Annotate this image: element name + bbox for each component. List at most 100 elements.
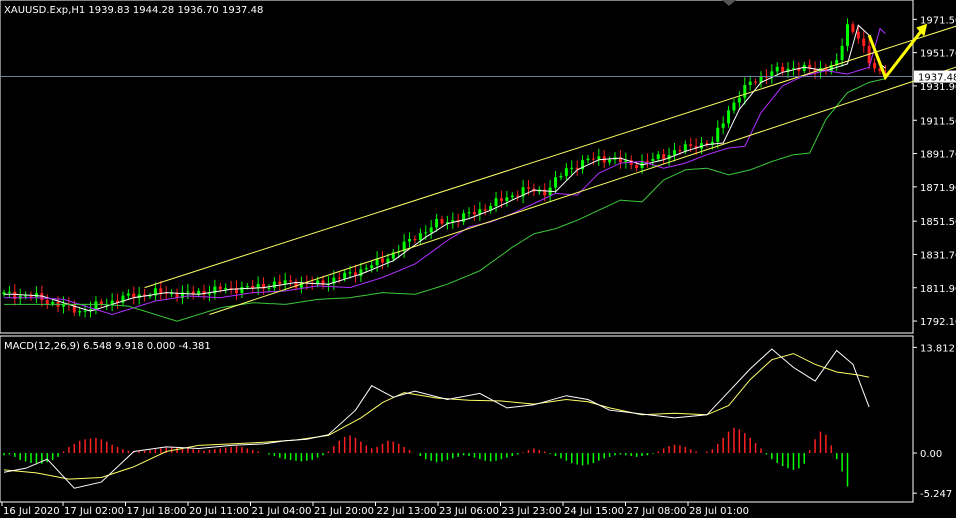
time-tick-label: 24 Jul 15:00 xyxy=(564,506,624,517)
candle-body xyxy=(597,156,601,160)
candle-body xyxy=(51,301,55,304)
time-tick-label: 21 Jul 04:00 xyxy=(252,506,312,517)
candle-body xyxy=(656,154,660,159)
time-tick-label: 28 Jul 01:00 xyxy=(689,506,749,517)
time-axis: 16 Jul 2020 17 Jul 02:00 17 Jul 18:00 20 Ju… xyxy=(1,502,749,517)
candle-body xyxy=(348,272,352,274)
candle-body xyxy=(840,45,844,61)
time-tick-label: 23 Jul 06:00 xyxy=(439,506,499,517)
candle-body xyxy=(418,233,422,241)
macd-pane[interactable]: 13.812 0.00 -5.247 MACD(12,26,9) 6.548 9.9… xyxy=(0,335,955,503)
candle-body xyxy=(278,281,282,284)
candle-body xyxy=(83,310,87,312)
candle-body xyxy=(78,311,82,313)
candle-body xyxy=(186,291,190,293)
price-tick-label: 1792.10 xyxy=(920,317,956,328)
time-tick-label: 21 Jul 20:00 xyxy=(314,506,374,517)
candle-body xyxy=(494,198,498,207)
price-pane[interactable]: 1937.48 1971.501951.701931.901911.501891… xyxy=(0,0,956,334)
macd-pane-frame xyxy=(0,335,914,503)
candle-body xyxy=(272,281,276,288)
price-tick-label: 1911.50 xyxy=(920,116,956,127)
candle-body xyxy=(873,63,877,69)
price-tick-label: 1891.70 xyxy=(920,150,956,161)
candle-body xyxy=(743,84,747,98)
price-tick-label: 1871.90 xyxy=(920,183,956,194)
candle-body xyxy=(159,288,163,293)
price-tick-label: 1971.50 xyxy=(920,15,956,26)
candle-body xyxy=(856,31,860,39)
candle-body xyxy=(267,287,271,289)
candle-body xyxy=(678,150,682,152)
candle-body xyxy=(207,293,211,295)
time-tick-label: 27 Jul 08:00 xyxy=(627,506,687,517)
price-tick-label: 1831.70 xyxy=(920,250,956,261)
macd-axis: 13.812 0.00 -5.247 xyxy=(913,343,955,500)
candle-body xyxy=(526,187,530,189)
price-tick-label: 1811.90 xyxy=(920,284,956,295)
candle-body xyxy=(662,154,666,160)
candle-body xyxy=(218,286,222,290)
candle-body xyxy=(559,175,563,178)
candle-body xyxy=(224,287,228,290)
candle-body xyxy=(516,195,520,197)
candle-body xyxy=(413,238,417,241)
candle-body xyxy=(635,164,639,168)
candle-body xyxy=(689,144,693,146)
candle-body xyxy=(645,160,649,162)
candle-body xyxy=(283,280,287,284)
candle-body xyxy=(672,150,676,156)
candle-body xyxy=(24,295,28,297)
trading-chart[interactable]: 1937.48 1971.501951.701931.901911.501891… xyxy=(0,0,956,518)
candle-body xyxy=(34,293,38,297)
time-tick-label: 17 Jul 18:00 xyxy=(127,506,187,517)
candle-body xyxy=(424,232,428,234)
candle-body xyxy=(94,301,98,310)
time-tick-label: 20 Jul 11:00 xyxy=(189,506,249,517)
candle-body xyxy=(721,123,725,128)
candle-body xyxy=(499,198,503,201)
candle-body xyxy=(245,285,249,288)
candle-body xyxy=(467,212,471,214)
price-pane-frame xyxy=(0,0,914,334)
time-tick-label: 16 Jul 2020 xyxy=(3,506,60,517)
candle-body xyxy=(748,81,752,85)
candle-body xyxy=(381,258,385,263)
price-tick-label: 1931.90 xyxy=(920,82,956,93)
candle-body xyxy=(213,286,217,294)
candle-body xyxy=(429,227,433,233)
candle-body xyxy=(343,272,347,279)
macd-header: MACD(12,26,9) 6.548 9.918 0.000 -4.381 xyxy=(4,341,211,352)
candle-body xyxy=(435,219,439,228)
candle-body xyxy=(851,24,855,32)
candle-body xyxy=(727,110,731,124)
candle-body xyxy=(737,97,741,103)
candle-body xyxy=(408,238,412,242)
candle-body xyxy=(126,293,130,296)
candle-body xyxy=(570,167,574,169)
candle-body xyxy=(483,209,487,211)
candle-body xyxy=(564,168,568,176)
price-tick-label: 1851.50 xyxy=(920,217,956,228)
candle-body xyxy=(240,287,244,294)
candle-body xyxy=(505,197,509,201)
candle-body xyxy=(370,265,374,269)
candle-body xyxy=(716,127,720,142)
candle-body xyxy=(732,102,736,111)
candle-body xyxy=(337,277,341,279)
candle-body xyxy=(364,268,368,270)
symbol-header: XAUUSD.Exp,H1 1939.83 1944.28 1936.70 19… xyxy=(4,5,263,16)
candle-body xyxy=(554,177,558,188)
macd-tick-label: 13.812 xyxy=(920,343,955,354)
candle-body xyxy=(775,66,779,72)
candle-body xyxy=(440,219,444,224)
candle-body xyxy=(754,81,758,83)
candle-body xyxy=(651,158,655,162)
price-axis: 1971.50 1951.70 1931.90 1911.50 1891.70 1871.… xyxy=(913,15,956,328)
candle-body xyxy=(591,158,595,160)
candle-body xyxy=(862,38,866,46)
time-tick-label: 23 Jul 23:00 xyxy=(502,506,562,517)
candle-body xyxy=(781,66,785,72)
macd-tick-label: -5.247 xyxy=(920,489,952,500)
candle-body xyxy=(510,195,514,198)
